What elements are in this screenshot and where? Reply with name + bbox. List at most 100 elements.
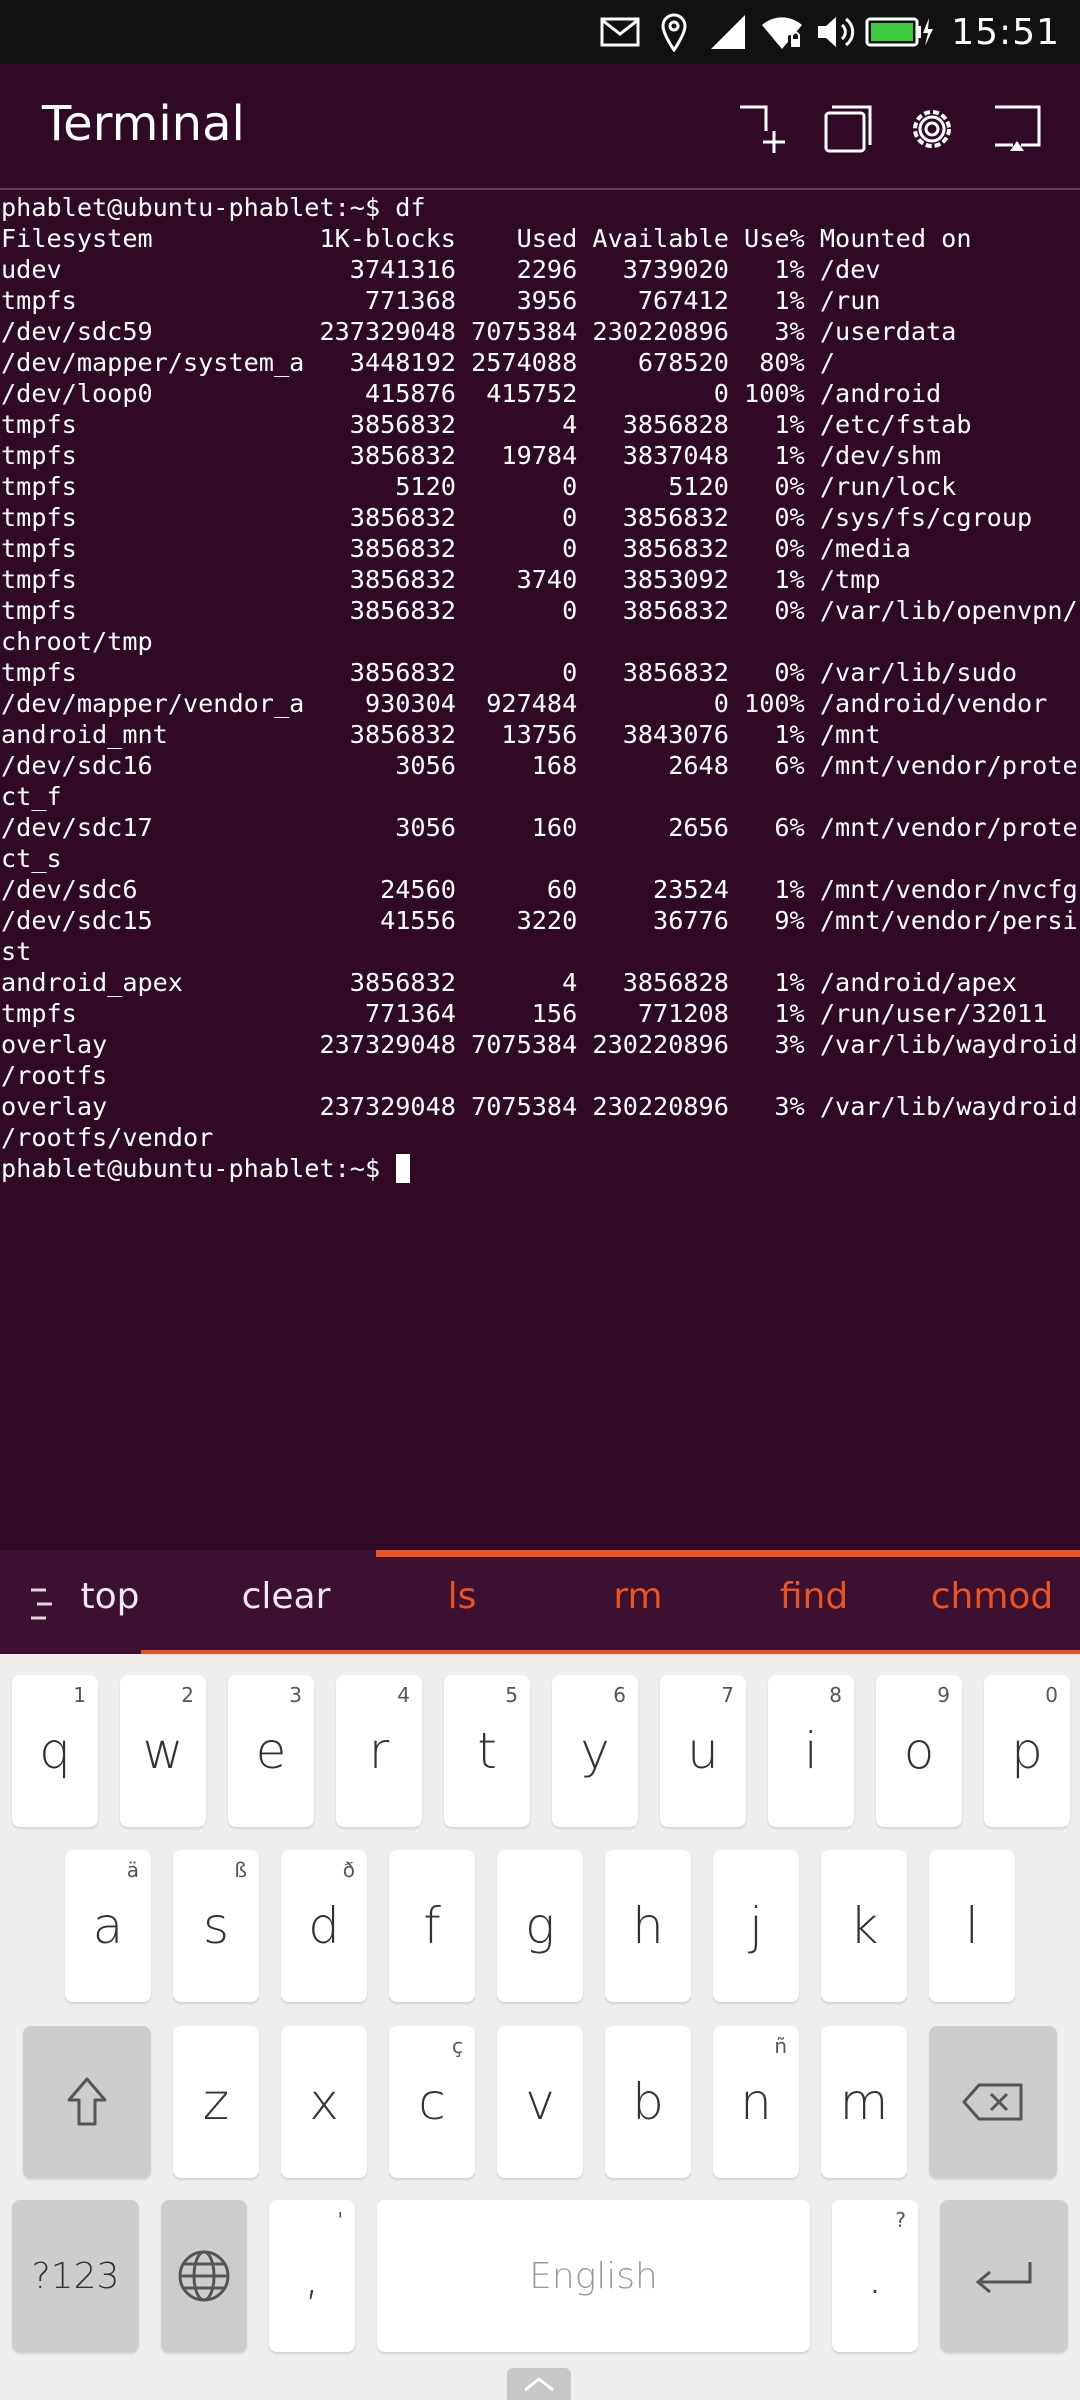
key-e[interactable]: e3	[228, 1675, 314, 1827]
shift-key[interactable]	[23, 2026, 151, 2178]
terminal-output: phablet@ubuntu-phablet:~$ df Filesystem 1…	[0, 190, 1080, 1184]
key-hint: 5	[505, 1683, 518, 1707]
key-g[interactable]: g	[497, 1850, 583, 2002]
terminal-line: android_mnt 3856832 13756 3843076 1% /mn…	[1, 720, 881, 749]
shift-icon	[67, 2077, 107, 2126]
key-n[interactable]: nñ	[713, 2026, 799, 2178]
key-hint: 2	[181, 1683, 194, 1707]
key-b[interactable]: b	[605, 2026, 691, 2178]
terminal-line: tmpfs 3856832 3740 3853092 1% /tmp	[1, 565, 881, 594]
settings-button[interactable]	[897, 94, 967, 164]
terminal-line: udev 3741316 2296 3739020 1% /dev	[1, 255, 881, 284]
key-label: d	[308, 1897, 340, 1955]
settings-icon	[913, 110, 951, 148]
key-hint: ä	[126, 1858, 139, 1882]
suggestion-rm[interactable]: rm	[598, 1576, 678, 1617]
comma-key[interactable]: , '	[269, 2200, 355, 2352]
new-tab-icon	[740, 105, 785, 153]
key-hint: 7	[721, 1683, 734, 1707]
key-y[interactable]: y6	[552, 1675, 638, 1827]
key-x[interactable]: x	[281, 2026, 367, 2178]
key-label: x	[309, 2073, 339, 2131]
key-label: w	[142, 1722, 184, 1780]
suggestion-top[interactable]: top	[70, 1576, 150, 1617]
key-label: m	[839, 2073, 889, 2131]
page-title: Terminal	[42, 96, 245, 152]
key-label: i	[804, 1722, 818, 1780]
key-hint: 6	[613, 1683, 626, 1707]
key-label: o	[903, 1722, 935, 1780]
terminal-line: /dev/sdc6 24560 60 23524 1% /mnt/vendor/…	[1, 875, 1078, 904]
scroll-indicator	[376, 1550, 1080, 1557]
comma-key-label: ,	[304, 2247, 320, 2305]
key-label: g	[524, 1897, 555, 1955]
terminal-line: overlay 237329048 7075384 230220896 3% /…	[1, 1030, 1078, 1059]
key-w[interactable]: w2	[120, 1675, 206, 1827]
key-z[interactable]: z	[173, 2026, 259, 2178]
terminal-line: tmpfs 3856832 19784 3837048 1% /dev/shm	[1, 441, 942, 470]
terminal-line: Filesystem 1K-blocks Used Available Use%…	[1, 224, 972, 253]
period-key[interactable]: . ?	[832, 2200, 918, 2352]
globe-icon	[178, 2250, 230, 2302]
key-m[interactable]: m	[821, 2026, 907, 2178]
space-key[interactable]: English	[377, 2200, 810, 2352]
terminal-line: /rootfs/vendor	[1, 1123, 214, 1152]
key-a[interactable]: aä	[65, 1850, 151, 2002]
keyboard-toggle-icon	[995, 105, 1041, 151]
suggestion-find[interactable]: find	[754, 1576, 874, 1617]
new-tab-button[interactable]	[727, 94, 797, 164]
suggestion-clear[interactable]: clear	[226, 1576, 346, 1617]
key-d[interactable]: dð	[281, 1850, 367, 2002]
key-c[interactable]: cç	[389, 2026, 475, 2178]
key-j[interactable]: j	[713, 1850, 799, 2002]
key-h[interactable]: h	[605, 1850, 691, 2002]
backspace-icon	[962, 2083, 1023, 2121]
key-label: h	[632, 1897, 664, 1955]
key-label: j	[749, 1897, 763, 1955]
key-v[interactable]: v	[497, 2026, 583, 2178]
key-label: f	[423, 1897, 441, 1955]
key-label: v	[525, 2073, 555, 2131]
key-label: s	[202, 1897, 230, 1955]
terminal-line: /rootfs	[1, 1061, 108, 1090]
terminal-line: /dev/sdc16 3056 168 2648 6% /mnt/vendor/…	[1, 751, 1078, 780]
key-label: l	[965, 1897, 979, 1955]
suggestion-chmod[interactable]: chmod	[920, 1576, 1064, 1617]
key-r[interactable]: r4	[336, 1675, 422, 1827]
key-i[interactable]: i8	[768, 1675, 854, 1827]
terminal-line: tmpfs 3856832 0 3856832 0% /sys/fs/cgrou…	[1, 503, 1033, 532]
key-f[interactable]: f	[389, 1850, 475, 2002]
key-label: c	[418, 2073, 446, 2131]
key-label: y	[580, 1722, 610, 1780]
key-label: k	[849, 1897, 879, 1955]
key-k[interactable]: k	[821, 1850, 907, 2002]
key-q[interactable]: q1	[12, 1675, 98, 1827]
suggestion-ls[interactable]: ls	[422, 1576, 502, 1617]
key-hint: 0	[1045, 1683, 1058, 1707]
backspace-key[interactable]	[929, 2026, 1057, 2178]
key-l[interactable]: l	[929, 1850, 1015, 2002]
key-t[interactable]: t5	[444, 1675, 530, 1827]
terminal-prompt: phablet@ubuntu-phablet:~$	[1, 1154, 396, 1183]
text-cursor	[396, 1154, 411, 1183]
keyboard-handle[interactable]	[507, 2368, 571, 2400]
key-s[interactable]: sß	[173, 1850, 259, 2002]
terminal-view[interactable]: phablet@ubuntu-phablet:~$ df Filesystem 1…	[0, 190, 1080, 1550]
enter-key[interactable]	[940, 2200, 1068, 2352]
symbols-key-label: ?123	[31, 2255, 120, 2297]
menu-icon[interactable]	[28, 1584, 54, 1624]
key-o[interactable]: o9	[876, 1675, 962, 1827]
terminal-line: ct_s	[1, 844, 62, 873]
terminal-line: phablet@ubuntu-phablet:~$ df	[1, 193, 426, 222]
key-u[interactable]: u7	[660, 1675, 746, 1827]
keyboard-toggle-button[interactable]	[982, 94, 1052, 164]
key-p[interactable]: p0	[984, 1675, 1070, 1827]
status-bar: 15:51	[0, 0, 1080, 64]
language-key[interactable]	[161, 2200, 247, 2352]
symbols-key[interactable]: ?123	[12, 2200, 139, 2352]
wifi-icon	[755, 0, 809, 64]
terminal-line: /dev/loop0 415876 415752 0 100% /android	[1, 379, 942, 408]
key-hint: ß	[234, 1858, 247, 1882]
key-label: n	[740, 2073, 772, 2131]
tabs-button[interactable]	[813, 94, 883, 164]
